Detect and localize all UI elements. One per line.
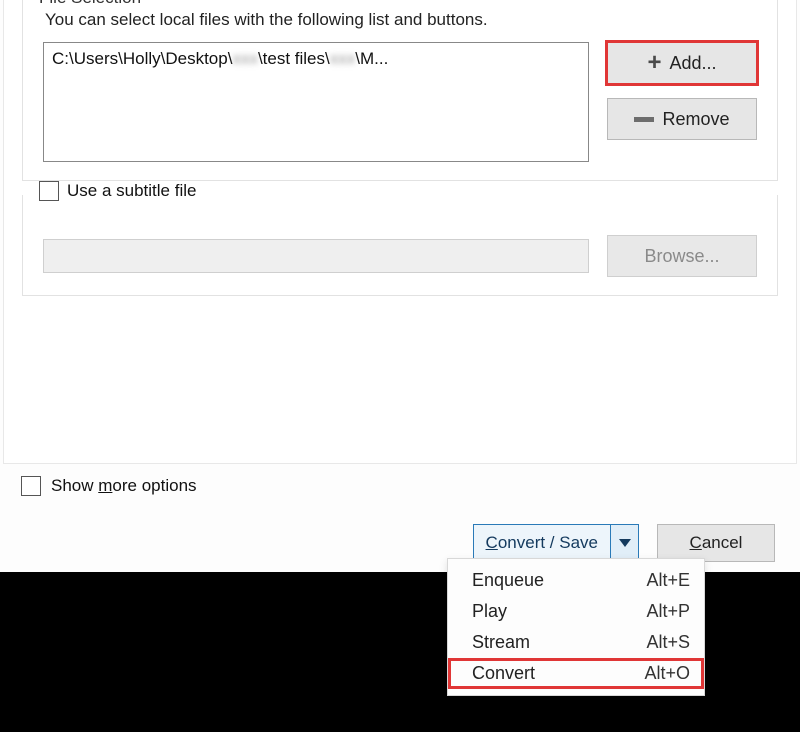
cancel-button[interactable]: Cancel (657, 524, 775, 562)
menu-item-label: Play (472, 601, 626, 622)
convert-save-button[interactable]: Convert / Save (474, 525, 610, 561)
remove-button-label: Remove (662, 109, 729, 130)
chevron-down-icon (619, 539, 631, 547)
menu-item-stream[interactable]: Stream Alt+S (448, 627, 704, 658)
show-more-options-row[interactable]: Show more options (21, 476, 797, 496)
remove-button[interactable]: Remove (607, 98, 757, 140)
dialog-body: File Selection You can select local file… (3, 0, 797, 464)
menu-item-label: Stream (472, 632, 626, 653)
menu-item-shortcut: Alt+P (646, 601, 690, 622)
file-path-redacted: xxx (330, 49, 356, 69)
file-selection-help: You can select local files with the foll… (45, 10, 757, 30)
convert-save-dropdown-toggle[interactable] (610, 525, 638, 561)
convert-save-menu: Enqueue Alt+E Play Alt+P Stream Alt+S Co… (447, 558, 705, 696)
menu-item-enqueue[interactable]: Enqueue Alt+E (448, 565, 704, 596)
file-path-redacted: xxx (232, 49, 258, 69)
file-path-segment: \test files\ (258, 49, 330, 68)
file-selection-legend: File Selection (33, 0, 147, 8)
use-subtitle-label: Use a subtitle file (67, 181, 196, 201)
add-button[interactable]: + Add... (607, 42, 757, 84)
subtitle-group: Use a subtitle file Browse... (22, 195, 778, 296)
minus-icon (634, 117, 654, 122)
menu-item-convert[interactable]: Convert Alt+O (448, 658, 704, 689)
file-path-segment: \M... (355, 49, 388, 68)
menu-item-play[interactable]: Play Alt+P (448, 596, 704, 627)
menu-item-shortcut: Alt+S (646, 632, 690, 653)
file-selection-group: File Selection You can select local file… (22, 0, 778, 181)
browse-button-label: Browse... (644, 246, 719, 267)
file-listbox[interactable]: C:\Users\Holly\Desktop\xxx\test files\xx… (43, 42, 589, 162)
subtitle-path-input (43, 239, 589, 273)
file-path-segment: C:\Users\Holly\Desktop\ (52, 49, 232, 68)
show-more-options-label: Show more options (51, 476, 197, 496)
convert-save-split-button[interactable]: Convert / Save (473, 524, 639, 562)
use-subtitle-checkbox[interactable] (39, 181, 59, 201)
show-more-options-checkbox[interactable] (21, 476, 41, 496)
plus-icon: + (647, 56, 661, 70)
add-button-label: Add... (669, 53, 716, 74)
menu-item-shortcut: Alt+O (644, 663, 690, 684)
menu-item-label: Convert (472, 663, 624, 684)
menu-item-label: Enqueue (472, 570, 626, 591)
browse-button: Browse... (607, 235, 757, 277)
menu-item-shortcut: Alt+E (646, 570, 690, 591)
